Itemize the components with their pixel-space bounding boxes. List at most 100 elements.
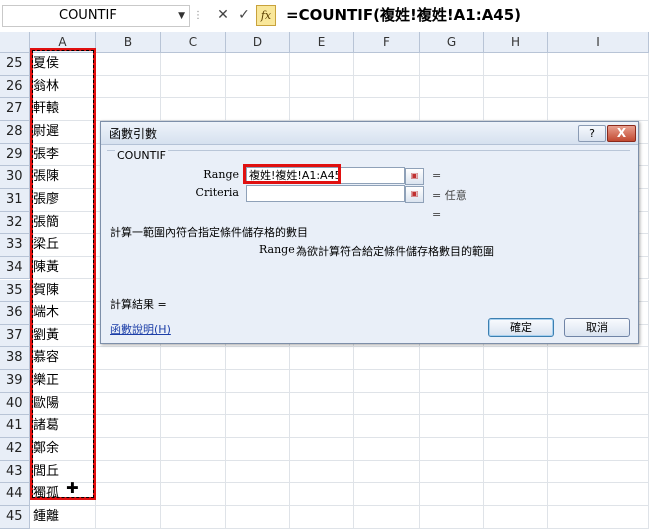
column-header-g[interactable]: G <box>420 32 484 53</box>
row-header[interactable]: 26 <box>0 75 30 99</box>
cell-f-25[interactable] <box>354 53 420 76</box>
cell-e-42[interactable] <box>290 438 354 461</box>
cell-e-40[interactable] <box>290 392 354 416</box>
row-header[interactable]: 30 <box>0 166 30 189</box>
cell-g-44[interactable] <box>420 483 484 506</box>
row-header[interactable]: 31 <box>0 188 30 212</box>
cell-h-42[interactable] <box>484 438 548 461</box>
cancel-entry-icon[interactable]: ✕ <box>214 5 232 25</box>
column-header-d[interactable]: D <box>226 32 290 53</box>
row-header[interactable]: 25 <box>0 53 30 76</box>
cell-c-42[interactable] <box>161 438 226 461</box>
column-header-i[interactable]: I <box>548 32 649 53</box>
cell-h-39[interactable] <box>484 370 548 393</box>
cell-e-44[interactable] <box>290 483 354 506</box>
cell-h-43[interactable] <box>484 460 548 484</box>
collapse-dialog-icon[interactable]: ▣ <box>405 186 424 203</box>
name-box[interactable]: COUNTIF ▼ <box>2 5 190 27</box>
cell-g-45[interactable] <box>420 506 484 529</box>
cell-d-39[interactable] <box>226 370 290 393</box>
cell-c-41[interactable] <box>161 415 226 439</box>
cell-i-44[interactable] <box>548 483 649 506</box>
cell-i-40[interactable] <box>548 392 649 416</box>
cell-g-42[interactable] <box>420 438 484 461</box>
cell-f-43[interactable] <box>354 460 420 484</box>
cell-b-26[interactable] <box>96 75 161 99</box>
cell-b-39[interactable] <box>96 370 161 393</box>
cell-d-38[interactable] <box>226 347 290 371</box>
row-header[interactable]: 45 <box>0 506 30 529</box>
column-header-f[interactable]: F <box>354 32 420 53</box>
cell-d-26[interactable] <box>226 75 290 99</box>
close-button[interactable]: X <box>607 125 636 142</box>
cell-i-41[interactable] <box>548 415 649 439</box>
range-input[interactable]: 複姓!複姓!A1:A45 <box>246 167 405 184</box>
cell-b-27[interactable] <box>96 98 161 121</box>
formula-input[interactable]: =COUNTIF(複姓!複姓!A1:A45) <box>286 5 521 25</box>
cell-g-40[interactable] <box>420 392 484 416</box>
cell-f-40[interactable] <box>354 392 420 416</box>
cell-h-25[interactable] <box>484 53 548 76</box>
cell-h-27[interactable] <box>484 98 548 121</box>
dialog-titlebar[interactable]: 函數引數 ? X <box>101 122 638 145</box>
help-button[interactable]: ? <box>578 125 606 142</box>
column-header-a[interactable]: A <box>30 32 96 53</box>
cell-i-39[interactable] <box>548 370 649 393</box>
cell-d-40[interactable] <box>226 392 290 416</box>
cell-b-40[interactable] <box>96 392 161 416</box>
cell-e-25[interactable] <box>290 53 354 76</box>
column-header-h[interactable]: H <box>484 32 548 53</box>
cell-c-38[interactable] <box>161 347 226 371</box>
cell-b-25[interactable] <box>96 53 161 76</box>
cell-i-38[interactable] <box>548 347 649 371</box>
cell-c-40[interactable] <box>161 392 226 416</box>
cell-d-41[interactable] <box>226 415 290 439</box>
cell-h-45[interactable] <box>484 506 548 529</box>
cell-c-25[interactable] <box>161 53 226 76</box>
cell-i-43[interactable] <box>548 460 649 484</box>
ok-button[interactable]: 確定 <box>488 318 554 337</box>
row-header[interactable]: 43 <box>0 460 30 484</box>
cell-g-39[interactable] <box>420 370 484 393</box>
cell-f-26[interactable] <box>354 75 420 99</box>
cell-g-43[interactable] <box>420 460 484 484</box>
function-help-link[interactable]: 函數說明(H) <box>110 321 171 337</box>
chevron-down-icon[interactable]: ▼ <box>178 6 185 26</box>
cell-f-45[interactable] <box>354 506 420 529</box>
cell-h-38[interactable] <box>484 347 548 371</box>
cell-c-45[interactable] <box>161 506 226 529</box>
row-header[interactable]: 27 <box>0 98 30 121</box>
cell-e-39[interactable] <box>290 370 354 393</box>
cell-b-38[interactable] <box>96 347 161 371</box>
row-header[interactable]: 34 <box>0 256 30 280</box>
cell-i-42[interactable] <box>548 438 649 461</box>
confirm-entry-icon[interactable]: ✓ <box>235 5 253 25</box>
cell-d-45[interactable] <box>226 506 290 529</box>
cell-i-27[interactable] <box>548 98 649 121</box>
cell-h-44[interactable] <box>484 483 548 506</box>
cell-d-44[interactable] <box>226 483 290 506</box>
cell-f-38[interactable] <box>354 347 420 371</box>
cell-f-42[interactable] <box>354 438 420 461</box>
cell-d-27[interactable] <box>226 98 290 121</box>
row-header[interactable]: 35 <box>0 279 30 303</box>
cancel-button[interactable]: 取消 <box>564 318 630 337</box>
cell-f-39[interactable] <box>354 370 420 393</box>
cell-e-27[interactable] <box>290 98 354 121</box>
cell-g-41[interactable] <box>420 415 484 439</box>
cell-h-26[interactable] <box>484 75 548 99</box>
row-header[interactable]: 42 <box>0 438 30 461</box>
cell-c-27[interactable] <box>161 98 226 121</box>
cell-i-25[interactable] <box>548 53 649 76</box>
row-header[interactable]: 38 <box>0 347 30 371</box>
column-header-e[interactable]: E <box>290 32 354 53</box>
cell-e-38[interactable] <box>290 347 354 371</box>
cell-d-42[interactable] <box>226 438 290 461</box>
cell-i-26[interactable] <box>548 75 649 99</box>
select-all-corner[interactable] <box>0 32 30 53</box>
cell-b-42[interactable] <box>96 438 161 461</box>
row-header[interactable]: 41 <box>0 415 30 439</box>
cell-e-45[interactable] <box>290 506 354 529</box>
row-header[interactable]: 33 <box>0 234 30 257</box>
cell-h-41[interactable] <box>484 415 548 439</box>
